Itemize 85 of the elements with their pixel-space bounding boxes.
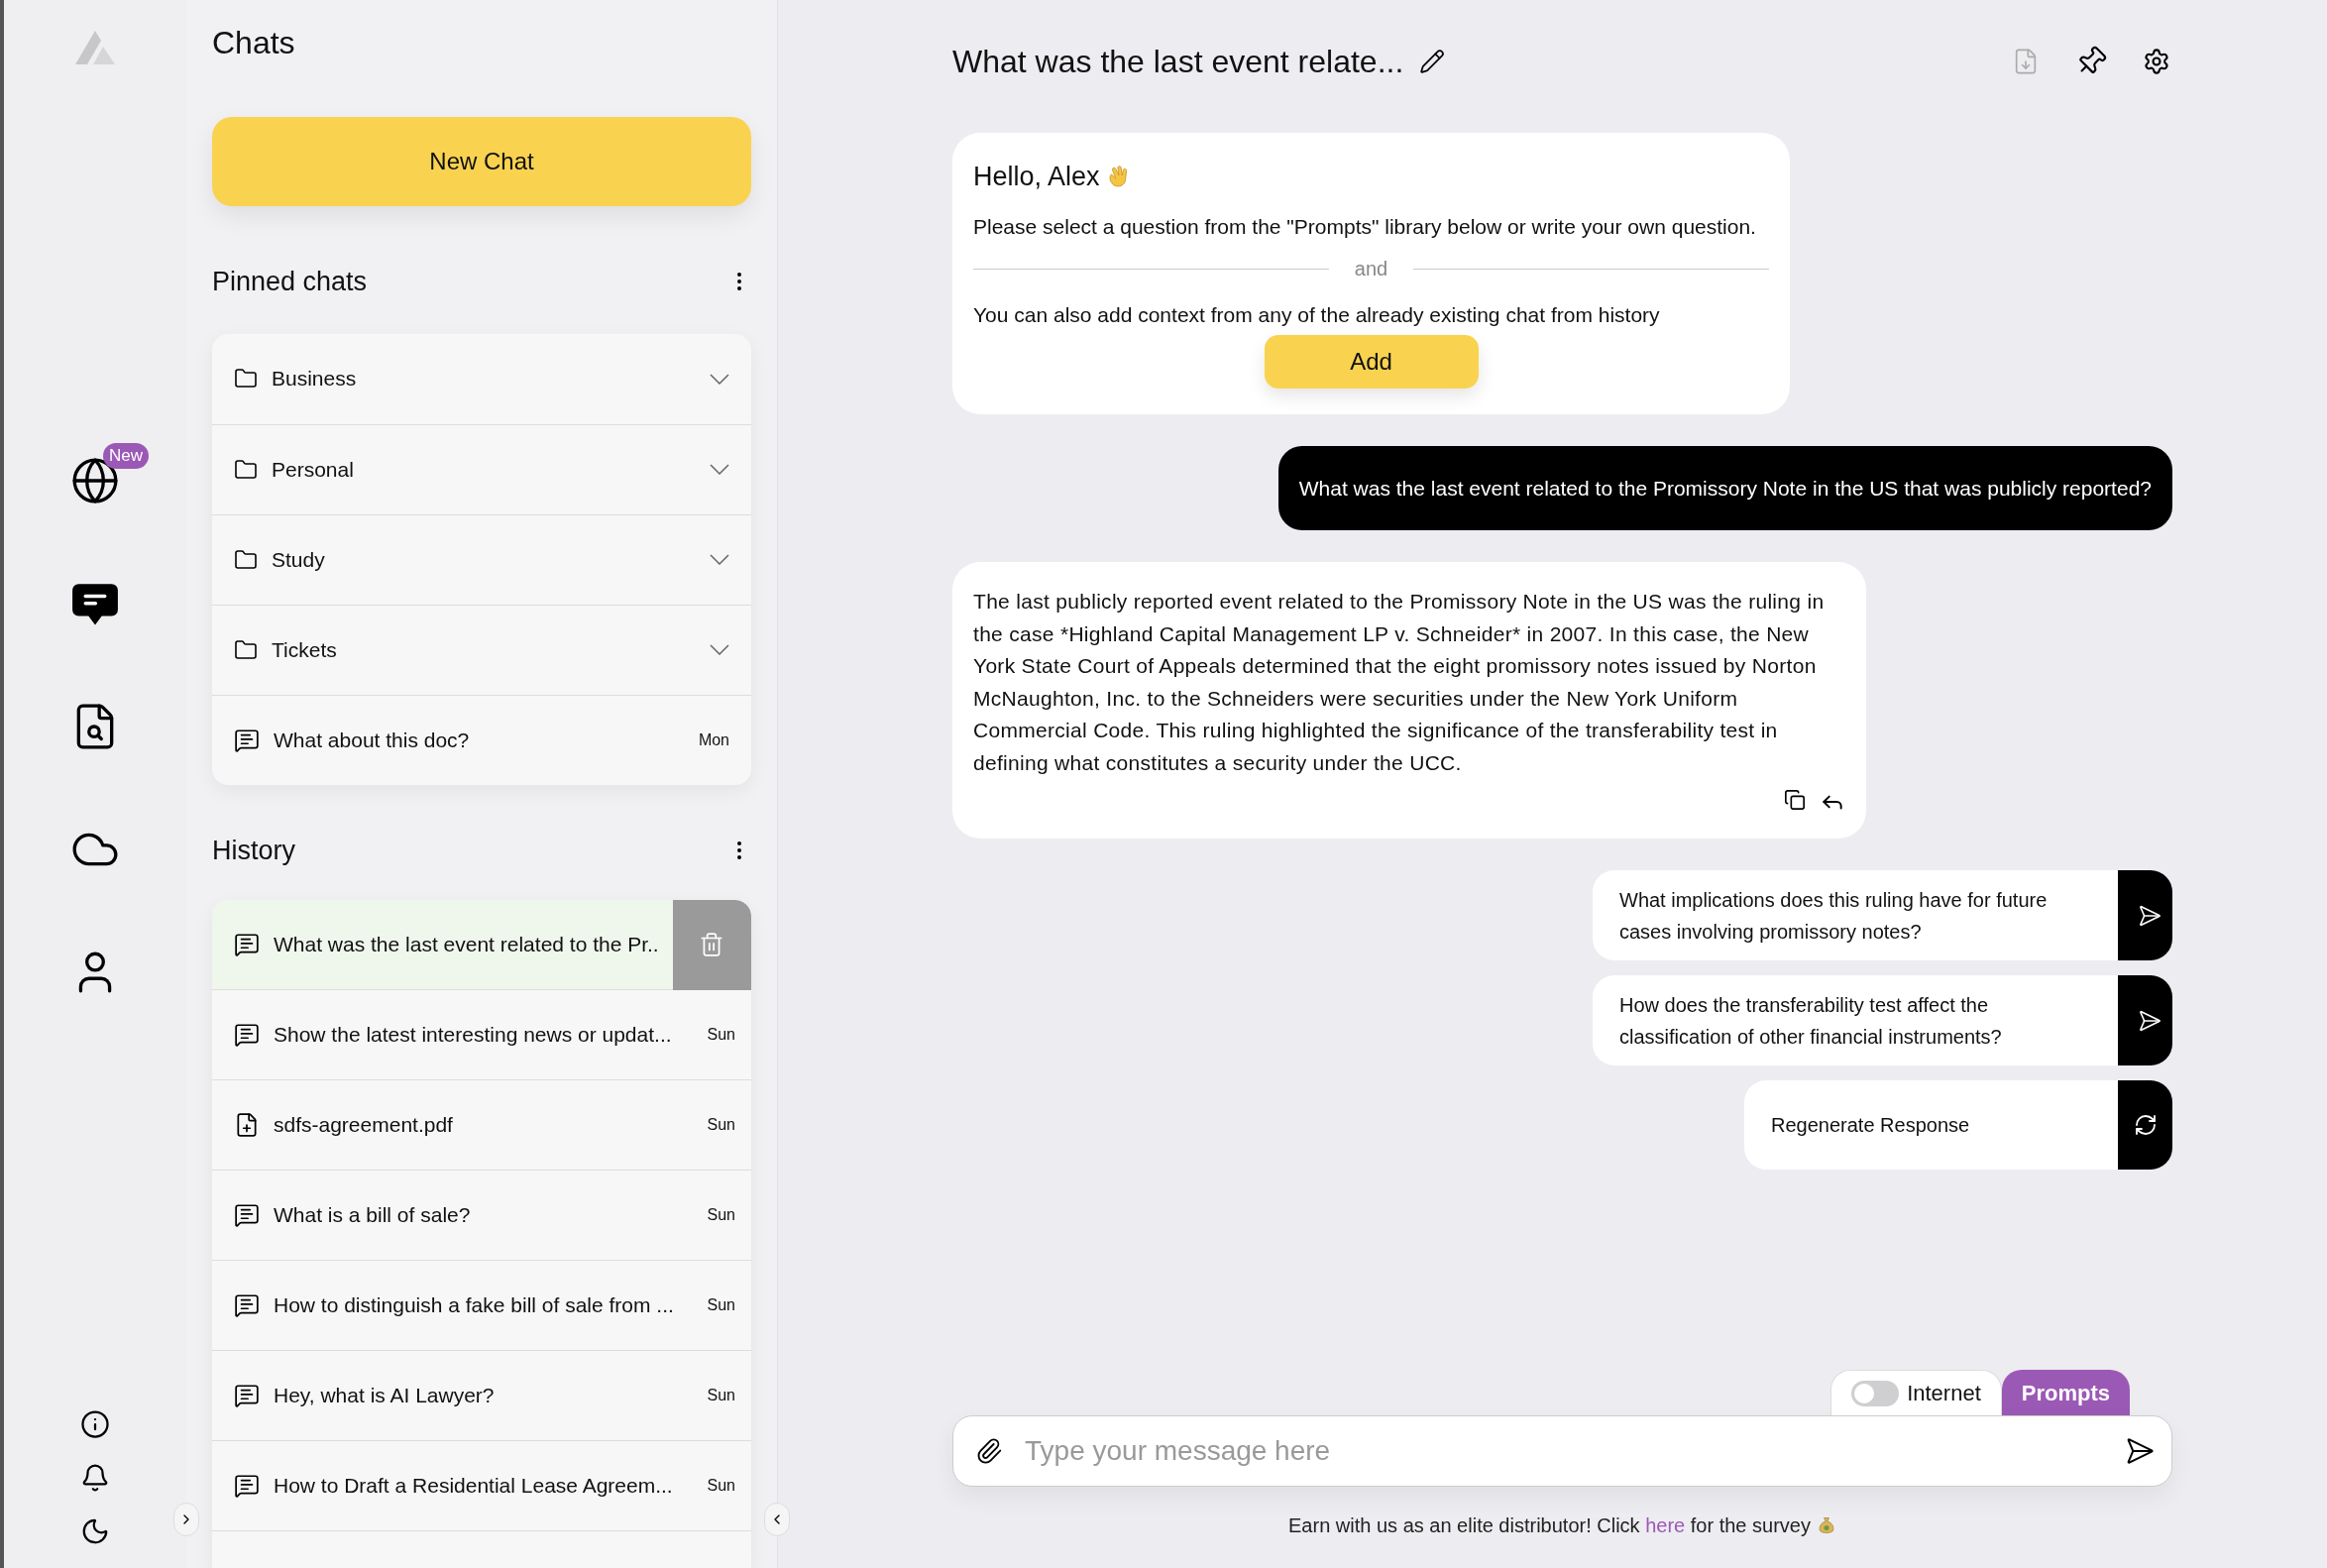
- item-label: What is a bill of sale?: [274, 1202, 472, 1229]
- chat-icon: [234, 1022, 260, 1048]
- history-item[interactable]: Show the latest interesting news or updat... Sun: [212, 990, 751, 1080]
- item-date: Sun: [707, 1115, 735, 1135]
- trash-icon: [699, 932, 725, 957]
- item-label: What about this doc?: [274, 727, 471, 753]
- chevron-down-icon: [710, 554, 729, 565]
- pinned-item[interactable]: What about this doc? Mon: [212, 694, 751, 785]
- collapse-button[interactable]: [764, 1503, 790, 1536]
- item-label: How to Draft a Residential Lease Agreem...: [274, 1473, 674, 1500]
- pinned-item[interactable]: Personal: [212, 423, 751, 514]
- copy-icon[interactable]: [1784, 789, 1806, 811]
- chat-icon: [234, 1202, 260, 1228]
- message-input[interactable]: Type your message here: [952, 1415, 2172, 1487]
- chat-title: What was the last event relate...: [952, 43, 1404, 81]
- item-date: Sun: [707, 1025, 735, 1045]
- item-label: What was the last event related to the Pr..: [274, 932, 659, 958]
- chevron-down-icon: [710, 373, 729, 385]
- section-title: Pinned chats: [212, 266, 368, 298]
- attach-icon[interactable]: [975, 1437, 1003, 1465]
- greeting-text: Please select a question from the "Prompts" library below or write your own question.: [973, 213, 1757, 240]
- toggle-label: Internet: [1907, 1380, 1981, 1407]
- chat-icon: [234, 1473, 260, 1499]
- file-icon: [234, 1112, 260, 1138]
- item-label: sdfs-agreement.pdf: [274, 1112, 454, 1139]
- user-message: What was the last event related to the Promissory Note in the US that was publicly reported?: [1277, 445, 2172, 530]
- item-date: Sun: [707, 1476, 735, 1496]
- suggestion-text: Regenerate Response: [1770, 1113, 1971, 1138]
- add-button[interactable]: Add: [1264, 334, 1479, 389]
- section-title: History: [212, 834, 295, 867]
- history-item[interactable]: Hey, what is AI Lawyer? Sun: [212, 1351, 751, 1441]
- new-chat-button[interactable]: New Chat: [212, 117, 751, 206]
- chevron-down-icon: [710, 464, 729, 475]
- history-item[interactable]: How to distinguish a fake bill of sale from ... Sun: [212, 1261, 751, 1351]
- item-label: Study: [272, 546, 326, 573]
- pinned-item[interactable]: Tickets: [212, 604, 751, 695]
- prompts-tab[interactable]: Prompts: [2001, 1370, 2130, 1415]
- greeting-title: Hello, Alex: [973, 161, 1100, 193]
- divider-label: and: [1354, 257, 1388, 281]
- pinned-item[interactable]: Study: [212, 513, 751, 605]
- item-date: Sun: [707, 1205, 735, 1225]
- suggestion-text: What implications does this ruling have for future cases involving promissory notes?: [1618, 887, 2049, 945]
- folder-icon: [234, 547, 258, 572]
- internet-toggle[interactable]: [1851, 1380, 1900, 1406]
- suggestion-button[interactable]: Regenerate Response: [1744, 1080, 2172, 1170]
- folder-icon: [234, 367, 258, 391]
- chat-icon: [234, 727, 260, 753]
- pinned-item[interactable]: Business: [212, 333, 751, 424]
- info-icon[interactable]: [80, 1409, 110, 1439]
- item-label: How to distinguish a fake bill of sale from ...: [274, 1292, 675, 1319]
- history-item[interactable]: How to Draft a Residential Lease Agreem... Sun: [212, 1441, 751, 1531]
- survey-link[interactable]: here: [1645, 1514, 1686, 1536]
- item-date: Sun: [707, 1295, 735, 1315]
- suggestion-button[interactable]: How does the transferability test affect the classification of other financial instruments?: [1593, 975, 2172, 1065]
- item-label: Hey, what is AI Lawyer?: [274, 1383, 496, 1409]
- suggestion-text: How does the transferability test affect the classification of other financial instruments?: [1618, 992, 2003, 1050]
- footer-text: Earn with us as an elite distributor! Click here for the survey: [1288, 1513, 1811, 1538]
- item-label: Show the latest interesting news or updat...: [274, 1022, 673, 1049]
- assistant-message: The last publicly reported event related to the Promissory Note in the US was the ruling in the case *Highland Capital Management LP v. Schneider* in 2007. In this case, the New York State Court of Appeals determined that the eight promissory notes issued by Norton McNaughton, Inc. to the Schneiders were securities under the New York Uniform Commercial Code. This ruling highlighted the significance of the transferability test in defining what constitutes a security under the UCC.: [973, 589, 1826, 776]
- item-date: Sun: [707, 1386, 735, 1405]
- history-item[interactable]: sdfs-agreement.pdf Sun: [212, 1080, 751, 1171]
- moon-icon[interactable]: [80, 1516, 110, 1546]
- chat-icon: [234, 932, 260, 957]
- item-label: Personal: [272, 456, 355, 483]
- expand-button[interactable]: [173, 1503, 199, 1536]
- folder-icon: [234, 457, 258, 482]
- sidebar-title: Chats: [212, 24, 296, 62]
- chat-icon: [234, 1383, 260, 1408]
- new-badge: New: [103, 443, 149, 469]
- item-label: Business: [272, 366, 358, 392]
- chat-icon: [234, 1292, 260, 1318]
- item-date: Mon: [698, 729, 729, 750]
- delete-button[interactable]: [672, 900, 751, 990]
- context-text: You can also add context from any of the already existing chat from history: [973, 302, 1661, 328]
- suggestion-button[interactable]: What implications does this ruling have for future cases involving promissory notes?: [1593, 870, 2172, 960]
- bell-icon[interactable]: [80, 1463, 110, 1493]
- history-item[interactable]: What was the last event related to the Pr..: [212, 900, 751, 990]
- chevron-down-icon: [710, 644, 729, 655]
- folder-icon: [234, 637, 258, 662]
- edit-icon[interactable]: [1419, 49, 1446, 74]
- message-field[interactable]: Type your message here: [1025, 1430, 2098, 1472]
- item-label: Tickets: [272, 636, 338, 663]
- history-item[interactable]: What is a bill of sale? Sun: [212, 1171, 751, 1261]
- settings-icon[interactable]: [2143, 48, 2170, 75]
- refresh-icon: [2133, 1113, 2158, 1137]
